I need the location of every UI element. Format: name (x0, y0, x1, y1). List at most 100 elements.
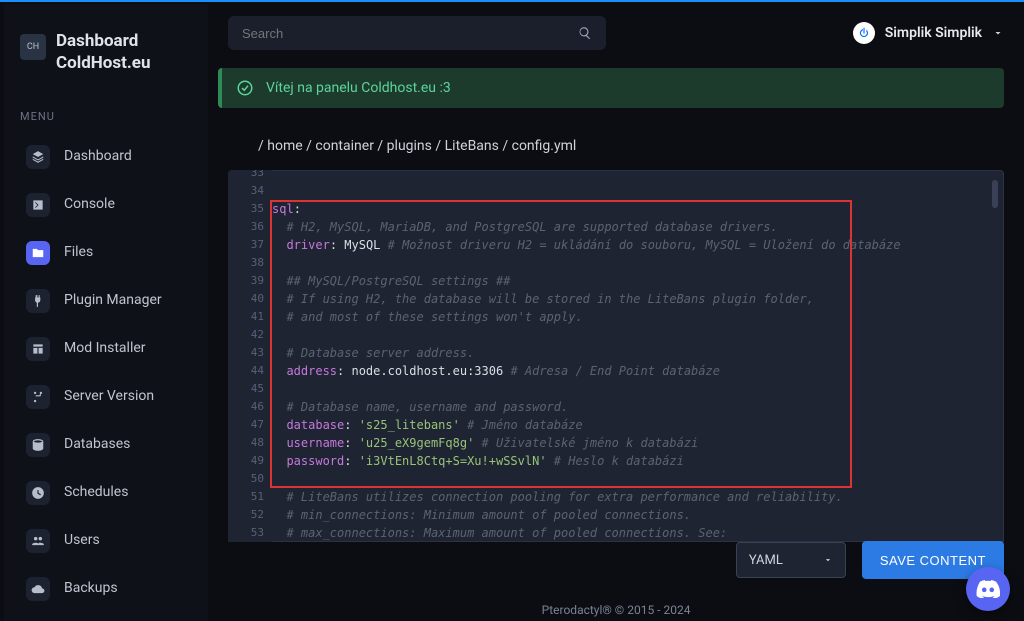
welcome-banner: Vítej na panelu Coldhost.eu :3 (218, 68, 1004, 108)
crumb-plugins[interactable]: plugins (387, 138, 432, 154)
line-number: 33 (234, 170, 264, 182)
branch-icon (26, 385, 50, 409)
user-name: Simplik Simplik (885, 25, 982, 41)
sidebar-item-server-version[interactable]: Server Version (14, 375, 198, 419)
code-line[interactable]: 36 # H2, MySQL, MariaDB, and PostgreSQL … (272, 218, 778, 236)
sidebar-item-mod-installer[interactable]: Mod Installer (14, 327, 198, 371)
user-menu[interactable]: Simplik Simplik (853, 22, 1004, 44)
sidebar-item-label: Dashboard (64, 148, 132, 166)
line-number: 49 (234, 452, 264, 470)
search-box[interactable] (228, 16, 606, 50)
database-icon (26, 433, 50, 457)
layers-icon (26, 145, 50, 169)
sidebar-item-dashboard[interactable]: Dashboard (14, 135, 198, 179)
clock-icon (26, 481, 50, 505)
sidebar-item-databases[interactable]: Databases (14, 423, 198, 467)
sidebar-item-label: Console (64, 196, 115, 214)
plug-icon (26, 289, 50, 313)
discord-icon (976, 580, 1000, 598)
sidebar-item-label: Files (64, 244, 93, 262)
code-line[interactable]: 39 ## MySQL/PostgreSQL settings ## (272, 272, 510, 290)
sidebar-item-files[interactable]: Files (14, 231, 198, 275)
sidebar-item-label: Databases (64, 436, 130, 454)
search-input[interactable] (242, 26, 578, 41)
menu-section-label: MENU (4, 110, 208, 123)
discord-button[interactable] (966, 567, 1010, 611)
sidebar-item-console[interactable]: Console (14, 183, 198, 227)
crumb-file: config.yml (512, 138, 577, 154)
line-number: 37 (234, 236, 264, 254)
code-line[interactable]: 43 # Database server address. (272, 344, 474, 362)
editor-actions: YAML SAVE CONTENT (228, 541, 1004, 579)
sidebar: CH Dashboard ColdHost.eu MENU Dashboard C… (4, 4, 208, 621)
code-line[interactable]: 48 username: 'u25_eX9gemFq8g' # Uživatel… (272, 434, 698, 452)
terminal-icon (26, 193, 50, 217)
sidebar-item-label: Backups (64, 580, 118, 598)
folder-icon (26, 241, 50, 265)
line-number: 41 (234, 308, 264, 326)
sidebar-item-plugin-manager[interactable]: Plugin Manager (14, 279, 198, 323)
sidebar-item-label: Users (64, 532, 100, 550)
scrollbar-thumb[interactable] (992, 180, 998, 208)
code-line[interactable]: 44 address: node.coldhost.eu:3306 # Adre… (272, 362, 720, 380)
line-number: 39 (234, 272, 264, 290)
crumb-home[interactable]: home (267, 138, 302, 154)
line-number: 43 (234, 344, 264, 362)
power-icon (853, 22, 875, 44)
main-area: Simplik Simplik Vítej na panelu Coldhost… (208, 4, 1024, 621)
line-number: 35 (234, 200, 264, 218)
line-number: 52 (234, 506, 264, 524)
line-number: 45 (234, 380, 264, 398)
line-number: 36 (234, 218, 264, 236)
line-number: 40 (234, 290, 264, 308)
code-editor[interactable]: 3334 35sql:36 # H2, MySQL, MariaDB, and P… (228, 170, 1004, 542)
users-icon (26, 529, 50, 553)
code-line[interactable]: 41 # and most of these settings won't ap… (272, 308, 583, 326)
code-line[interactable]: 53 # max_connections: Maximum amount of … (272, 524, 727, 542)
line-number: 50 (234, 470, 264, 488)
sidebar-item-label: Server Version (64, 388, 154, 406)
sidebar-item-users[interactable]: Users (14, 519, 198, 563)
crumb-container[interactable]: container (315, 138, 374, 154)
line-number: 48 (234, 434, 264, 452)
footer-copyright: Pterodactyl® © 2015 - 2024 (208, 603, 1024, 617)
filetype-select[interactable]: YAML (736, 542, 846, 578)
code-line[interactable]: 47 database: 's25_litebans' # Jméno data… (272, 416, 583, 434)
sidebar-item-label: Mod Installer (64, 340, 146, 358)
crumb-litebans[interactable]: LiteBans (445, 138, 499, 154)
line-number: 34 (234, 182, 264, 200)
topbar: Simplik Simplik (208, 4, 1024, 62)
code-line[interactable]: 46 # Database name, username and passwor… (272, 398, 568, 416)
code-line[interactable]: 35sql: (272, 200, 301, 218)
sidebar-item-label: Schedules (64, 484, 128, 502)
sidebar-item-schedules[interactable]: Schedules (14, 471, 198, 515)
line-number: 38 (234, 254, 264, 272)
line-number: 53 (234, 524, 264, 542)
filetype-value: YAML (749, 553, 783, 568)
sidebar-item-backups[interactable]: Backups (14, 567, 198, 611)
code-line[interactable]: 49 password: 'i3VtEnL8Ctq+S=Xu!+wSSvlN' … (272, 452, 684, 470)
sidebar-item-label: Plugin Manager (64, 292, 162, 310)
chevron-down-icon (823, 555, 833, 565)
code-line[interactable]: 51 # LiteBans utilizes connection poolin… (272, 488, 843, 506)
line-number: 51 (234, 488, 264, 506)
brand-title: Dashboard ColdHost.eu (56, 30, 151, 74)
sidebar-nav: Dashboard Console Files Plugin Manager Mod I… (4, 135, 208, 611)
search-icon (578, 26, 592, 40)
line-number: 42 (234, 326, 264, 344)
line-number: 44 (234, 362, 264, 380)
check-circle-icon (236, 79, 254, 97)
breadcrumb: / home / container / plugins / LiteBans … (208, 108, 1024, 164)
brand: CH Dashboard ColdHost.eu (4, 4, 208, 74)
cloud-icon (26, 577, 50, 601)
line-number: 47 (234, 416, 264, 434)
brand-logo-icon: CH (20, 34, 46, 60)
line-number: 46 (234, 398, 264, 416)
code-line[interactable]: 40 # If using H2, the database will be s… (272, 290, 814, 308)
banner-text: Vítej na panelu Coldhost.eu :3 (266, 80, 451, 96)
code-line[interactable]: 37 driver: MySQL # Možnost driveru H2 = … (272, 236, 901, 254)
code-line[interactable]: 52 # min_connections: Minimum amount of … (272, 506, 691, 524)
chevron-down-icon (992, 27, 1004, 39)
package-icon (26, 337, 50, 361)
editor-code[interactable]: 333435sql:36 # H2, MySQL, MariaDB, and P… (272, 170, 1004, 542)
